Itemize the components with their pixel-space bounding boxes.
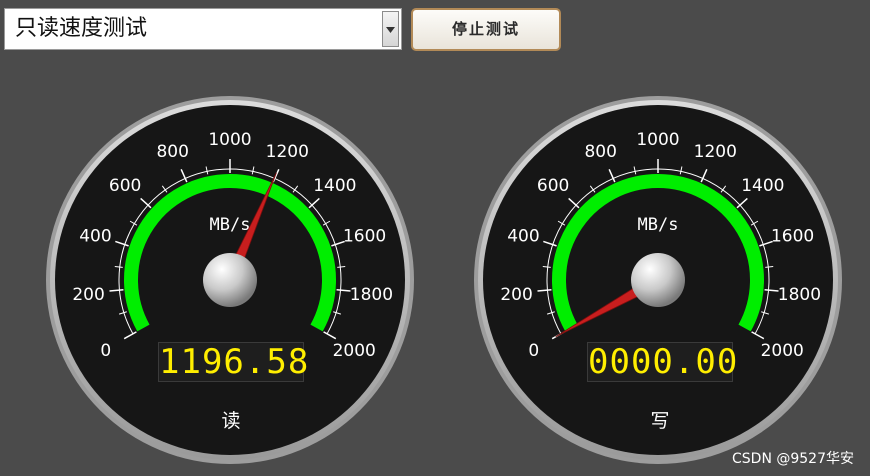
tick-label: 600 [109,176,141,196]
tick-label: 1200 [266,142,309,162]
read-speed-gauge: 0 200 400 600 800 1000 1200 1400 1600 1800 2000 MB/… [44,94,416,466]
tick-label: 1600 [343,227,386,247]
write-gauge-label: 写 [650,410,670,432]
test-mode-select[interactable]: 只读速度测试 [4,8,402,50]
tick-label: 0 [528,341,539,361]
tick-label: 200 [72,285,104,305]
write-speed-gauge: 0 200 400 600 800 1000 1200 1400 1600 1800 2000 MB/… [472,94,844,466]
tick-label: 800 [156,142,188,162]
unit-label: MB/s [210,215,251,235]
unit-label: MB/s [638,215,679,235]
read-gauge-label: 读 [221,410,241,432]
gauge-hub [203,253,257,307]
tick-label: 1600 [771,227,814,247]
tick-label: 1800 [350,285,393,305]
tick-label: 1400 [313,176,356,196]
tick-label: 1400 [741,176,784,196]
tick-label: 200 [500,285,532,305]
tick-label: 400 [79,227,111,247]
chevron-down-icon [386,27,395,33]
tick-label: 1800 [778,285,821,305]
tick-label: 600 [537,176,569,196]
write-speed-display: 0000.00 [587,342,739,382]
tick-label: 1000 [208,130,251,150]
tick-label: 2000 [761,341,804,361]
dropdown-button[interactable] [382,11,399,47]
tick-label: 1000 [636,130,679,150]
read-speed-display: 1196.58 [158,342,310,382]
gauge-hub [631,253,685,307]
stop-test-button[interactable]: 停止测试 [411,8,561,51]
tick-label: 800 [584,142,616,162]
tick-label: 400 [507,227,539,247]
watermark: CSDN @9527华安 [732,451,854,467]
tick-label: 2000 [333,341,376,361]
test-mode-select-value: 只读速度测试 [15,16,148,41]
tick-label: 0 [100,341,111,361]
tick-label: 1200 [694,142,737,162]
